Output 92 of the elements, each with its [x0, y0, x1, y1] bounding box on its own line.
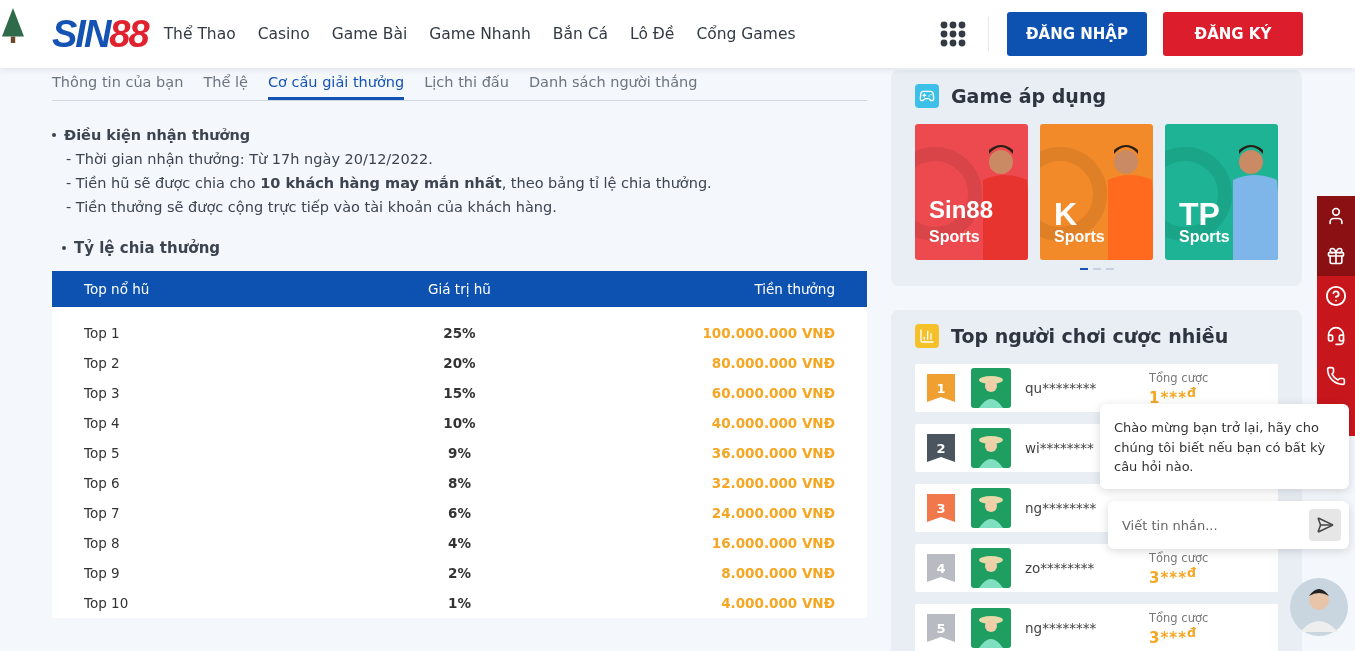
table-cell-text: Top 5: [84, 445, 121, 461]
bet-label: Tổng cược: [1149, 610, 1209, 625]
avatar-icon: [971, 548, 1011, 588]
condition-text: - Thời gian nhận thưởng: Từ 17h ngày 20/12/2022.: [65, 150, 434, 169]
table-cell-text: 8.000.000 VNĐ: [720, 565, 835, 581]
column-header: Giá trị hũ: [427, 281, 492, 297]
nav-link[interactable]: Game Bài: [331, 25, 408, 43]
panel-title: Top người chơi cược nhiều: [951, 325, 1229, 347]
table-cell-text: Top 9: [84, 565, 121, 581]
tab[interactable]: Thông tin của bạn: [52, 72, 184, 100]
apps-grid-icon[interactable]: [940, 21, 966, 47]
avatar-icon: [971, 488, 1011, 528]
section-title: Tỷ lệ chia thưởng: [74, 239, 221, 257]
tab[interactable]: Lịch thi đấu: [424, 72, 509, 100]
table-cell-text: 9%: [447, 445, 472, 461]
column-header: Top nổ hũ: [84, 281, 151, 297]
table-cell-text: 1%: [447, 595, 472, 611]
rank-badge: 1: [927, 374, 955, 402]
table-cell-text: 20%: [442, 355, 477, 371]
tab[interactable]: Thể lệ: [203, 72, 248, 100]
chart-icon: [915, 324, 939, 348]
table-cell-text: 2%: [447, 565, 472, 581]
player-name: zo********: [1025, 560, 1095, 576]
tree-icon: [2, 8, 24, 44]
game-card[interactable]: Sin88 Sports: [915, 124, 1028, 260]
avatar-icon: [971, 608, 1011, 648]
rank-badge: 4: [927, 554, 955, 582]
bet-amount: 3***$^{đ}$: [1149, 624, 1197, 646]
table-cell-text: 4%: [447, 535, 472, 551]
bet-amount: 1***$^{đ}$: [1149, 384, 1197, 406]
column-header: Tiền thưởng: [753, 281, 835, 297]
section-title: Điều kiện nhận thưởng: [64, 126, 251, 145]
table-cell-text: Top 6: [84, 475, 121, 491]
panel-title: Game áp dụng: [951, 85, 1106, 107]
nav-link[interactable]: Cổng Games: [696, 25, 796, 43]
message-field[interactable]: Viết tin nhắn...: [1108, 501, 1349, 549]
bet-amount: 3***$^{đ}$: [1149, 564, 1197, 586]
bet-label: Tổng cược: [1149, 370, 1209, 385]
condition-text: - Tiền thưởng sẽ được cộng trực tiếp vào tài khoản của khách hàng.: [65, 198, 558, 217]
avatar-icon: [971, 428, 1011, 468]
table-cell-text: 80.000.000 VNĐ: [710, 355, 835, 371]
table-cell-text: Top 1: [84, 325, 121, 341]
avatar-icon: [971, 368, 1011, 408]
nav-link[interactable]: Thể Thao: [163, 25, 236, 43]
message-input[interactable]: Viết tin nhắn...: [1120, 516, 1309, 534]
login-button[interactable]: ĐĂNG NHẬP: [1007, 12, 1147, 56]
table-cell-text: 10%: [442, 415, 477, 431]
card-subtitle: Sports: [1054, 228, 1105, 246]
table-cell-text: Top 8: [84, 535, 121, 551]
table-cell-text: 4.000.000 VNĐ: [720, 595, 835, 611]
table-cell-text: 6%: [447, 505, 472, 521]
logo[interactable]: SIN88: [52, 12, 148, 56]
table-cell-text: Top 10: [84, 595, 130, 611]
table-cell-text: Top 3: [84, 385, 121, 401]
tab[interactable]: Danh sách người thắng: [528, 72, 698, 100]
player-name: wi********: [1025, 440, 1094, 456]
user-icon[interactable]: [1317, 196, 1355, 236]
bet-label: Tổng cược: [1149, 550, 1209, 565]
card-subtitle: Sports: [1179, 228, 1230, 246]
nav-link[interactable]: Casino: [257, 25, 310, 43]
player-name: ng********: [1025, 500, 1097, 516]
table-cell-text: 40.000.000 VNĐ: [710, 415, 835, 431]
table-cell-text: 15%: [442, 385, 477, 401]
gamepad-icon: [915, 84, 939, 108]
table-cell-text: Top 7: [84, 505, 121, 521]
table-cell-text: Top 2: [84, 355, 121, 371]
card-title: Sin88: [929, 196, 994, 224]
table-cell-text: 36.000.000 VNĐ: [710, 445, 835, 461]
table-cell-text: Top 4: [84, 415, 121, 431]
send-button[interactable]: [1309, 509, 1341, 541]
chat-message: Chào mừng bạn trở lại, hãy cho chúng tôi biết nếu bạn có bất kỳ câu hỏi nào.: [1100, 404, 1349, 489]
table-cell-text: 25%: [442, 325, 477, 341]
player-name: qu********: [1025, 380, 1097, 396]
gift-icon[interactable]: [1317, 236, 1355, 276]
rank-badge: 3: [927, 494, 955, 522]
tab[interactable]: Cơ cấu giải thưởng: [267, 72, 405, 100]
table-cell-text: 32.000.000 VNĐ: [710, 475, 835, 491]
table-cell-text: 60.000.000 VNĐ: [710, 385, 835, 401]
rank-badge: 2: [927, 434, 955, 462]
table-cell-text: 24.000.000 VNĐ: [710, 505, 835, 521]
card-subtitle: Sports: [929, 228, 980, 246]
condition-text: - Tiền hũ sẽ được chia cho 10 khách hàng may mắn nhất, theo bảng tỉ lệ chia thưởng.: [65, 174, 713, 193]
send-icon: [1316, 516, 1334, 534]
player-name: ng********: [1025, 620, 1097, 636]
table-cell-text: 8%: [447, 475, 472, 491]
rank-badge: 5: [927, 614, 955, 642]
table-cell-text: 100.000.000 VNĐ: [701, 325, 835, 341]
register-button[interactable]: ĐĂNG KÝ: [1163, 12, 1303, 56]
table-cell-text: 16.000.000 VNĐ: [710, 535, 835, 551]
nav-link[interactable]: Game Nhanh: [429, 25, 531, 43]
nav-link[interactable]: Lô Đề: [630, 25, 675, 43]
nav-link[interactable]: Bắn Cá: [552, 25, 609, 43]
